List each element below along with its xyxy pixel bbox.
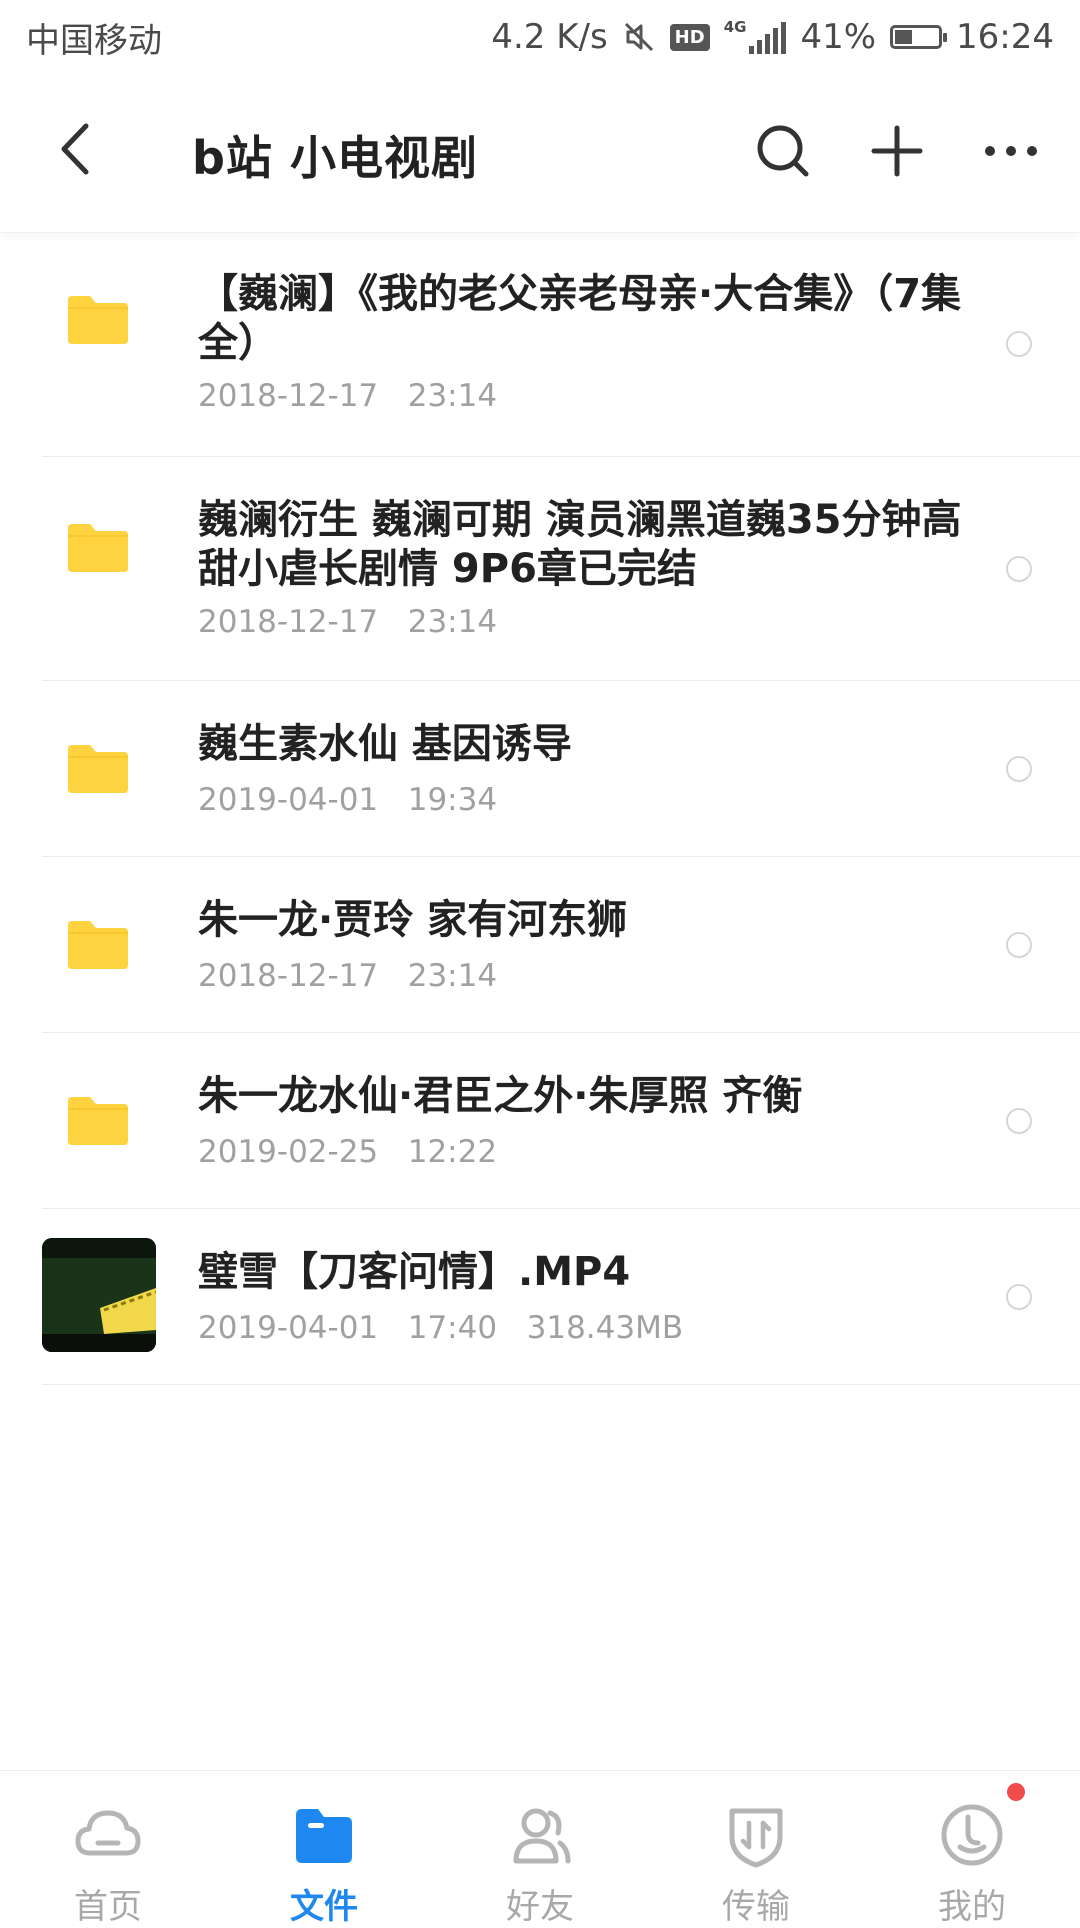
folder-icon [296, 1809, 352, 1863]
network-speed: 4.2 K/s [491, 17, 608, 57]
status-bar: 中国移动 4.2 K/s HD 4G 41% 16:24 [0, 0, 1080, 74]
carrier-label: 中国移动 [26, 20, 162, 61]
back-arrow-icon[interactable] [48, 114, 118, 184]
file-row[interactable]: 朱一龙水仙·君臣之外·朱厚照 齐衡 2019-02-25 12:22 [0, 1032, 1080, 1209]
signal-icon: 4G [724, 20, 787, 54]
file-name: 朱一龙·贾玲 家有河东狮 [198, 897, 628, 943]
top-app-bar: b站 小电视剧 [0, 74, 1080, 233]
select-radio[interactable] [1006, 1284, 1032, 1310]
file-name: 巍澜衍生 巍澜可期 演员澜黑道巍35分钟高甜小虐长剧情 9P6章已完结 [198, 497, 962, 592]
file-row[interactable]: 巍生素水仙 基因诱导 2019-04-01 19:34 [0, 680, 1080, 857]
file-name: 巍生素水仙 基因诱导 [198, 721, 572, 767]
folder-icon [68, 524, 128, 572]
friends-icon [513, 1808, 571, 1864]
mute-icon [624, 22, 653, 52]
nav-label: 我的 [938, 1887, 1006, 1927]
file-meta: 2018-12-17 23:14 [198, 604, 498, 640]
film-strip-thumbnail-icon [42, 1238, 156, 1352]
file-row[interactable]: 【巍澜】《我的老父亲老母亲·大合集》（7集全） 2018-12-17 23:14 [0, 232, 1080, 457]
video-thumbnail [42, 1238, 156, 1352]
select-radio[interactable] [1006, 756, 1032, 782]
file-meta: 2019-04-01 19:34 [198, 782, 498, 818]
folder-icon [68, 745, 128, 793]
select-radio[interactable] [1006, 331, 1032, 357]
nav-me[interactable]: 我的 [864, 1771, 1080, 1927]
file-meta: 2019-02-25 12:22 [198, 1134, 498, 1170]
battery-level [895, 30, 913, 44]
select-radio[interactable] [1006, 556, 1032, 582]
divider [42, 1384, 1080, 1385]
network-type: 4G [723, 18, 747, 36]
cloud-icon [75, 1810, 141, 1856]
file-name: 【巍澜】《我的老父亲老母亲·大合集》（7集全） [198, 271, 962, 366]
nav-transfer[interactable]: 传输 [648, 1771, 864, 1927]
hd-icon: HD [669, 23, 710, 51]
notification-badge [1007, 1783, 1025, 1801]
file-name: 璧雪【刀客问情】.MP4 [198, 1249, 631, 1295]
bottom-navigation: 首页 文件 好友 传输 我的 [0, 1770, 1080, 1927]
transfer-shield-icon [729, 1808, 783, 1868]
nav-label: 好友 [506, 1887, 574, 1927]
plus-icon[interactable] [862, 116, 932, 186]
file-row[interactable]: 璧雪【刀客问情】.MP4 2019-04-01 17:40 318.43MB [0, 1208, 1080, 1385]
signal-bars [749, 20, 787, 54]
file-row[interactable]: 朱一龙·贾玲 家有河东狮 2018-12-17 23:14 [0, 856, 1080, 1033]
select-radio[interactable] [1006, 1108, 1032, 1134]
file-meta: 2018-12-17 23:14 [198, 958, 498, 994]
nav-label: 首页 [74, 1887, 142, 1927]
battery-percent: 41% [800, 17, 877, 57]
search-icon[interactable] [748, 116, 818, 186]
file-list: 【巍澜】《我的老父亲老母亲·大合集》（7集全） 2018-12-17 23:14… [0, 232, 1080, 1385]
file-meta: 2018-12-17 23:14 [198, 378, 498, 414]
status-indicators: 4.2 K/s HD 4G 41% 16:24 [491, 17, 1054, 57]
folder-icon [68, 921, 128, 969]
nav-home[interactable]: 首页 [0, 1771, 216, 1927]
nav-label: 传输 [722, 1887, 790, 1927]
folder-icon [68, 1097, 128, 1145]
nav-files[interactable]: 文件 [216, 1771, 432, 1927]
file-name: 朱一龙水仙·君臣之外·朱厚照 齐衡 [198, 1073, 803, 1119]
clock: 16:24 [956, 17, 1054, 57]
profile-face-icon [941, 1804, 1003, 1866]
nav-label: 文件 [290, 1887, 358, 1927]
select-radio[interactable] [1006, 932, 1032, 958]
more-dots-icon[interactable] [976, 116, 1046, 186]
nav-friends[interactable]: 好友 [432, 1771, 648, 1927]
folder-icon [68, 296, 128, 344]
file-meta: 2019-04-01 17:40 318.43MB [198, 1310, 684, 1346]
battery-icon [890, 25, 948, 49]
page-title: b站 小电视剧 [192, 131, 478, 185]
file-row[interactable]: 巍澜衍生 巍澜可期 演员澜黑道巍35分钟高甜小虐长剧情 9P6章已完结 2018… [0, 456, 1080, 681]
